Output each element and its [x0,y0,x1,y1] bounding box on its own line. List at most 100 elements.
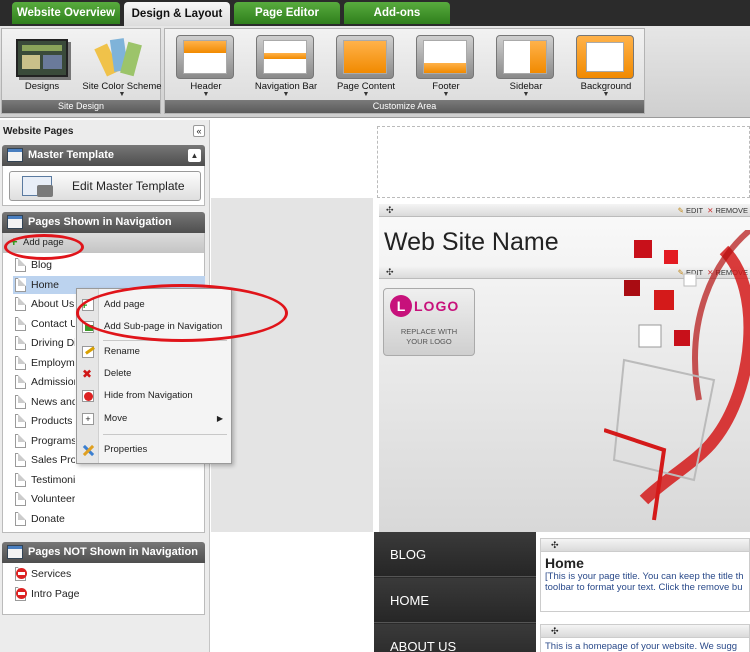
tab-website-overview[interactable]: Website Overview [12,2,120,24]
remove-link[interactable]: REMOVE [715,206,748,215]
logo-placeholder[interactable]: L LOGO REPLACE WITH YOUR LOGO [383,288,475,356]
tab-design-layout[interactable]: Design & Layout [124,2,230,26]
content-text[interactable]: This is a homepage of your website. We s… [541,638,749,652]
chevron-down-icon: ▼ [118,91,126,98]
collapse-panel-icon[interactable]: « [193,125,205,137]
designs-button[interactable]: Designs [2,33,82,99]
page-item-services[interactable]: Services [13,565,193,583]
layout-content-icon [336,35,394,79]
chevron-down-icon: ▼ [202,91,210,98]
content-text[interactable]: [This is your page title. You can keep t… [541,571,749,582]
page-label: Intro Page [31,587,80,600]
page-icon [15,433,26,448]
header-artwork [604,230,750,521]
menu-item-properties[interactable]: Properties [77,440,231,460]
footer-button[interactable]: Footer ▼ [406,33,486,99]
properties-icon [82,444,95,457]
hidden-page-icon [16,587,27,599]
page-icon [15,297,26,311]
header-button[interactable]: Header ▼ [166,33,246,99]
hide-icon [82,390,94,402]
chevron-down-icon: ▼ [602,91,610,98]
content-module[interactable]: ✣ This is a homepage of your website. We… [540,624,750,652]
move-icon[interactable]: ✣ [541,625,749,638]
page-icon [15,472,26,487]
chevron-down-icon: ▼ [282,91,290,98]
hidden-page-icon [16,568,27,579]
page-label: News and Events [31,395,75,408]
content-module[interactable]: ✣ Home [This is your page title. You can… [540,538,750,612]
page-icon [15,511,26,526]
page-content-button[interactable]: Page Content ▼ [326,33,406,99]
page-item-sales-promotions[interactable]: Sales Promotions [13,451,75,469]
background-button[interactable]: Background ▼ [566,33,646,99]
annotation-ellipse-menu [76,284,288,342]
edit-master-template-button[interactable]: Edit Master Template [9,171,201,201]
page-item-admissions[interactable]: Admissions [13,373,75,391]
move-icon[interactable]: ✣ [386,204,394,217]
remove-icon: ✕ [705,206,714,215]
site-color-scheme-button[interactable]: Site Color Scheme ▼ [82,33,162,99]
navigation-bar-button[interactable]: Navigation Bar ▼ [246,33,326,99]
nav-item-blog[interactable]: BLOG [374,532,536,577]
pages-shown-header: Pages Shown in Navigation [2,212,205,233]
page-label: Programs [31,434,75,447]
chevron-down-icon: ▼ [442,91,450,98]
page-item-news-and-events[interactable]: News and Events [13,393,75,411]
page-item-intro-page[interactable]: Intro Page [13,585,193,603]
move-icon[interactable]: ✣ [386,266,394,279]
logo-text: LOGO [414,298,460,314]
page-icon [15,316,26,331]
page-item-about-us[interactable]: About Us [13,295,75,313]
page-item-driving-directions[interactable]: Driving Directions [13,334,75,352]
page-preview-canvas: ✣ ✎ EDIT ✕ REMOVE Web Site Name ✣ ✎ EDIT… [211,120,750,652]
page-icon [15,336,26,350]
page-item-contact-us[interactable]: Contact Us [13,315,75,333]
master-template-title: Master Template [28,149,114,161]
site-design-label: Site Design [2,100,160,113]
page-item-products[interactable]: Products [13,412,75,430]
page-icon [15,414,26,428]
tab-page-editor[interactable]: Page Editor [234,2,340,24]
page-label: Testimonials [31,473,75,486]
page-item-employment[interactable]: Employment [13,354,75,372]
page-label: Admissions [31,376,75,388]
menu-item-rename[interactable]: Rename [77,342,231,362]
nav-item-home[interactable]: HOME [374,578,536,623]
navigation-bar-preview: BLOG HOME ABOUT US [374,532,536,652]
sidebar-button[interactable]: Sidebar ▼ [486,33,566,99]
tab-add-ons[interactable]: Add-ons [344,2,450,24]
content-title[interactable]: Home [541,552,749,571]
page-label: Home [31,278,60,291]
layout-header-icon [176,35,234,79]
designs-icon [16,39,68,77]
top-tab-bar: Website Overview Design & Layout Page Ed… [0,0,750,26]
logo-mark: L [390,295,412,317]
top-drop-zone[interactable] [377,126,750,198]
menu-item-hide[interactable]: Hide from Navigation [77,386,231,406]
menu-separator [103,434,227,435]
menu-item-delete[interactable]: ✖ Delete [77,364,231,384]
page-item-volunteer[interactable]: Volunteer [13,490,75,508]
collapse-section-icon[interactable]: ▲ [188,149,201,162]
nav-item-about-us[interactable]: ABOUT US [374,624,536,652]
website-pages-title: Website Pages [3,126,74,137]
page-icon [15,375,26,389]
page-label: Driving Directions [31,337,75,349]
master-template-header: Master Template ▲ [2,145,205,166]
header-area: ✣ ✎ EDIT ✕ REMOVE Web Site Name ✣ ✎ EDIT… [379,204,750,532]
page-item-programs[interactable]: Programs [13,432,75,450]
edit-link[interactable]: EDIT [686,206,703,215]
menu-item-move[interactable]: + Move ▶ [77,409,231,429]
move-icon[interactable]: ✣ [541,539,749,552]
page-label: Blog [31,259,53,271]
content-text[interactable]: toolbar to format your text. Click the r… [541,582,749,593]
page-icon [15,394,26,409]
customize-area-label: Customize Area [165,100,644,113]
pencil-icon: ✎ [677,206,684,215]
page-item-donate[interactable]: Donate [13,510,75,528]
pages-list-icon [7,545,23,559]
page-item-testimonials[interactable]: Testimonials [13,471,75,489]
page-label: Products [31,415,73,427]
site-name-text[interactable]: Web Site Name [384,228,559,257]
